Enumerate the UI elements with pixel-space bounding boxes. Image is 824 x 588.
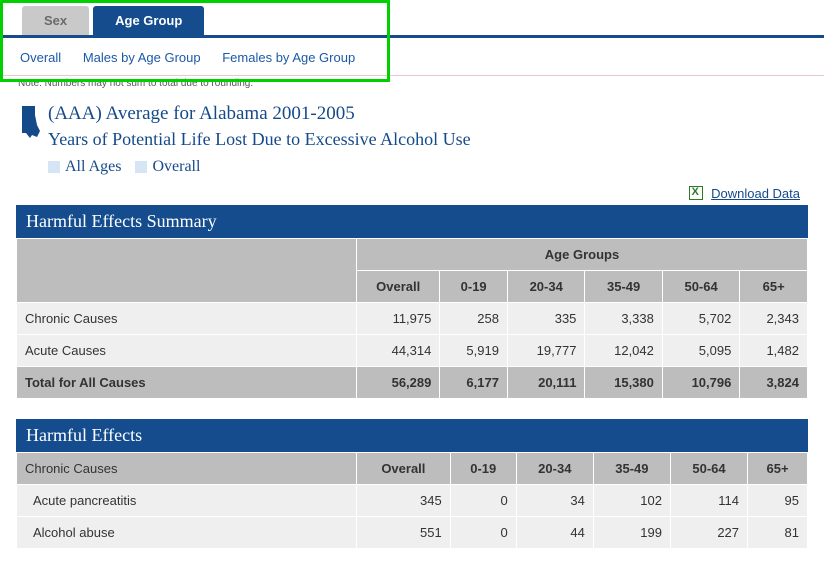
tab-age-group[interactable]: Age Group bbox=[93, 6, 204, 35]
cell: 3,338 bbox=[585, 303, 662, 335]
subnav-overall[interactable]: Overall bbox=[20, 50, 61, 65]
subnav-males[interactable]: Males by Age Group bbox=[83, 50, 201, 65]
summary-corner-blank bbox=[17, 239, 357, 303]
cell: 11,975 bbox=[357, 303, 440, 335]
total-label: Total for All Causes bbox=[17, 367, 357, 399]
summary-section-bar: Harmful Effects Summary bbox=[16, 205, 808, 238]
subnav-females[interactable]: Females by Age Group bbox=[222, 50, 355, 65]
effects-header-row: Chronic Causes Overall 0-19 20-34 35-49 … bbox=[17, 453, 808, 485]
tab-row: Sex Age Group bbox=[0, 0, 824, 38]
cell: 6,177 bbox=[440, 367, 508, 399]
col-0-19: 0-19 bbox=[450, 453, 516, 485]
row-label: Acute Causes bbox=[17, 335, 357, 367]
cell: 345 bbox=[357, 485, 451, 517]
cell: 3,824 bbox=[740, 367, 808, 399]
chip-swatch-icon bbox=[48, 161, 60, 173]
cell: 0 bbox=[450, 485, 516, 517]
rounding-note: Note: Numbers may not sum to total due t… bbox=[0, 76, 824, 89]
col-20-34: 20-34 bbox=[507, 271, 584, 303]
cell: 56,289 bbox=[357, 367, 440, 399]
summary-table: Age Groups Overall 0-19 20-34 35-49 50-6… bbox=[16, 238, 808, 399]
cell: 199 bbox=[593, 517, 670, 549]
cell: 227 bbox=[670, 517, 747, 549]
cell: 5,095 bbox=[662, 335, 739, 367]
cell: 5,702 bbox=[662, 303, 739, 335]
col-overall: Overall bbox=[357, 453, 451, 485]
effects-subheader: Chronic Causes bbox=[17, 453, 357, 485]
cell: 0 bbox=[450, 517, 516, 549]
filter-overall-label: Overall bbox=[152, 158, 200, 176]
cell: 1,482 bbox=[740, 335, 808, 367]
page-title: (AAA) Average for Alabama 2001-2005 bbox=[48, 103, 471, 125]
subnav: Overall Males by Age Group Females by Ag… bbox=[0, 38, 824, 76]
cell: 44 bbox=[516, 517, 593, 549]
filter-all-ages[interactable]: All Ages bbox=[48, 158, 121, 176]
filter-all-ages-label: All Ages bbox=[65, 158, 121, 176]
row-label: Alcohol abuse bbox=[17, 517, 357, 549]
total-row: Total for All Causes 56,289 6,177 20,111… bbox=[17, 367, 808, 399]
col-35-49: 35-49 bbox=[585, 271, 662, 303]
page-subtitle: Years of Potential Life Lost Due to Exce… bbox=[48, 129, 471, 150]
filter-row: All Ages Overall bbox=[16, 158, 808, 176]
col-50-64: 50-64 bbox=[670, 453, 747, 485]
table-row: Acute pancreatitis 345 0 34 102 114 95 bbox=[17, 485, 808, 517]
effects-section-bar: Harmful Effects bbox=[16, 419, 808, 452]
cell: 2,343 bbox=[740, 303, 808, 335]
cell: 44,314 bbox=[357, 335, 440, 367]
cell: 81 bbox=[748, 517, 808, 549]
title-block: (AAA) Average for Alabama 2001-2005 Year… bbox=[16, 103, 808, 158]
download-link[interactable]: Download Data bbox=[711, 186, 800, 201]
cell: 15,380 bbox=[585, 367, 662, 399]
col-50-64: 50-64 bbox=[662, 271, 739, 303]
col-0-19: 0-19 bbox=[440, 271, 508, 303]
col-overall: Overall bbox=[357, 271, 440, 303]
filter-overall[interactable]: Overall bbox=[135, 158, 200, 176]
col-35-49: 35-49 bbox=[593, 453, 670, 485]
cell: 5,919 bbox=[440, 335, 508, 367]
table-row: Chronic Causes 11,975 258 335 3,338 5,70… bbox=[17, 303, 808, 335]
cell: 12,042 bbox=[585, 335, 662, 367]
cell: 95 bbox=[748, 485, 808, 517]
cell: 551 bbox=[357, 517, 451, 549]
cell: 10,796 bbox=[662, 367, 739, 399]
col-20-34: 20-34 bbox=[516, 453, 593, 485]
cell: 258 bbox=[440, 303, 508, 335]
effects-table: Chronic Causes Overall 0-19 20-34 35-49 … bbox=[16, 452, 808, 549]
cell: 20,111 bbox=[507, 367, 584, 399]
table-row: Acute Causes 44,314 5,919 19,777 12,042 … bbox=[17, 335, 808, 367]
table-row: Alcohol abuse 551 0 44 199 227 81 bbox=[17, 517, 808, 549]
download-row: Download Data bbox=[16, 184, 808, 205]
col-65plus: 65+ bbox=[740, 271, 808, 303]
state-icon bbox=[16, 105, 42, 139]
cell: 34 bbox=[516, 485, 593, 517]
cell: 102 bbox=[593, 485, 670, 517]
cell: 335 bbox=[507, 303, 584, 335]
summary-group-header: Age Groups bbox=[357, 239, 808, 271]
cell: 114 bbox=[670, 485, 747, 517]
chip-swatch-icon bbox=[135, 161, 147, 173]
excel-icon bbox=[689, 186, 703, 200]
col-65plus: 65+ bbox=[748, 453, 808, 485]
tab-sex[interactable]: Sex bbox=[22, 6, 89, 35]
row-label: Acute pancreatitis bbox=[17, 485, 357, 517]
cell: 19,777 bbox=[507, 335, 584, 367]
row-label: Chronic Causes bbox=[17, 303, 357, 335]
